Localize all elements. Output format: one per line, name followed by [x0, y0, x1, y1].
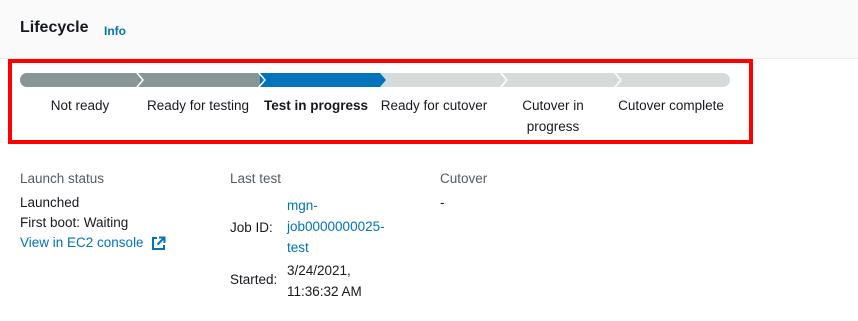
- lifecycle-step-cutover-complete: Cutover complete: [618, 98, 724, 113]
- started-line: 3/24/2021,: [287, 263, 351, 278]
- lifecycle-segment-not-ready: [20, 73, 154, 87]
- cutover-heading: Cutover: [440, 171, 488, 186]
- cutover-value: -: [440, 195, 445, 210]
- lifecycle-step-cutover-in-progress: Cutover in progress: [522, 98, 584, 134]
- lifecycle-segment-ready-for-testing: [138, 73, 260, 87]
- info-link[interactable]: Info: [104, 24, 126, 38]
- ec2-console-link[interactable]: View in EC2 console: [20, 233, 144, 253]
- external-link-icon[interactable]: [151, 236, 166, 251]
- lifecycle-step-not-ready: Not ready: [50, 98, 110, 113]
- started-value: 3/24/2021, 11:36:32 AM: [287, 260, 362, 302]
- job-id-line[interactable]: mgn-: [287, 195, 385, 216]
- started-line: 11:36:32 AM: [287, 284, 362, 299]
- job-id-link[interactable]: mgn- job0000000025- test: [287, 195, 385, 258]
- section-header: [0, 0, 858, 59]
- job-id-line[interactable]: job0000000025-: [287, 216, 385, 237]
- lifecycle-segment-ready-for-cutover: [380, 73, 502, 87]
- first-boot-status: First boot: Waiting: [20, 215, 129, 230]
- lifecycle-segment-cutover-complete-join: [616, 73, 636, 87]
- launch-status-heading: Launch status: [20, 171, 105, 186]
- lifecycle-step-ready-for-cutover: Ready for cutover: [380, 98, 488, 113]
- section-title: Lifecycle: [20, 19, 89, 36]
- lifecycle-step-ready-for-testing: Ready for testing: [146, 98, 250, 113]
- lifecycle-segment-cutover-in-progress: [502, 73, 616, 87]
- job-id-label: Job ID:: [230, 220, 273, 235]
- job-id-line[interactable]: test: [287, 237, 385, 258]
- lifecycle-progress-track: [20, 73, 730, 87]
- started-label: Started:: [230, 272, 278, 287]
- lifecycle-step-test-in-progress: Test in progress: [263, 98, 369, 113]
- lifecycle-segment-test-in-progress: [260, 73, 380, 87]
- last-test-heading: Last test: [230, 171, 282, 186]
- launch-status-value: Launched: [20, 195, 80, 210]
